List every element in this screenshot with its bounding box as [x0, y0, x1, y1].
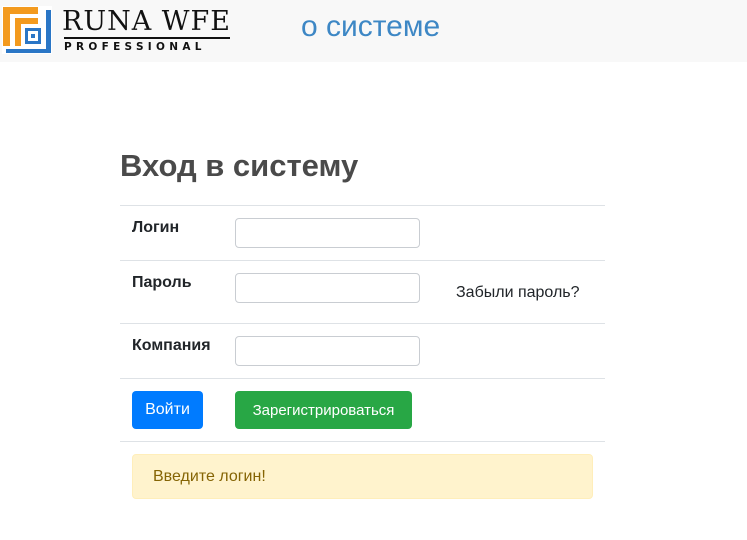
divider-buttons: [120, 441, 605, 442]
company-input[interactable]: [235, 336, 420, 366]
register-button[interactable]: Зарегистрироваться: [235, 391, 412, 429]
login-button[interactable]: Войти: [132, 391, 203, 429]
login-input[interactable]: [235, 218, 420, 248]
divider-password: [120, 323, 605, 324]
about-system-link[interactable]: о системе: [301, 8, 440, 46]
login-label: Логин: [132, 219, 180, 236]
divider-top: [120, 205, 605, 206]
divider-login: [120, 260, 605, 261]
divider-company: [120, 378, 605, 379]
logo-subtitle: PROFESSIONAL: [64, 41, 206, 53]
forgot-password-link[interactable]: Забыли пароль?: [456, 283, 580, 303]
runa-wfe-logo[interactable]: RUNA WFE PROFESSIONAL: [2, 6, 232, 54]
logo-wordmark: RUNA WFE: [62, 6, 231, 37]
warning-alert: Введите логин!: [132, 454, 593, 499]
password-input[interactable]: [235, 273, 420, 303]
company-label: Компания: [132, 337, 211, 354]
runa-logo-icon: [2, 6, 52, 54]
top-header: RUNA WFE PROFESSIONAL о системе: [0, 0, 747, 62]
logo-rule: [64, 37, 230, 39]
page-title: Вход в систему: [120, 148, 359, 183]
password-label: Пароль: [132, 274, 192, 291]
